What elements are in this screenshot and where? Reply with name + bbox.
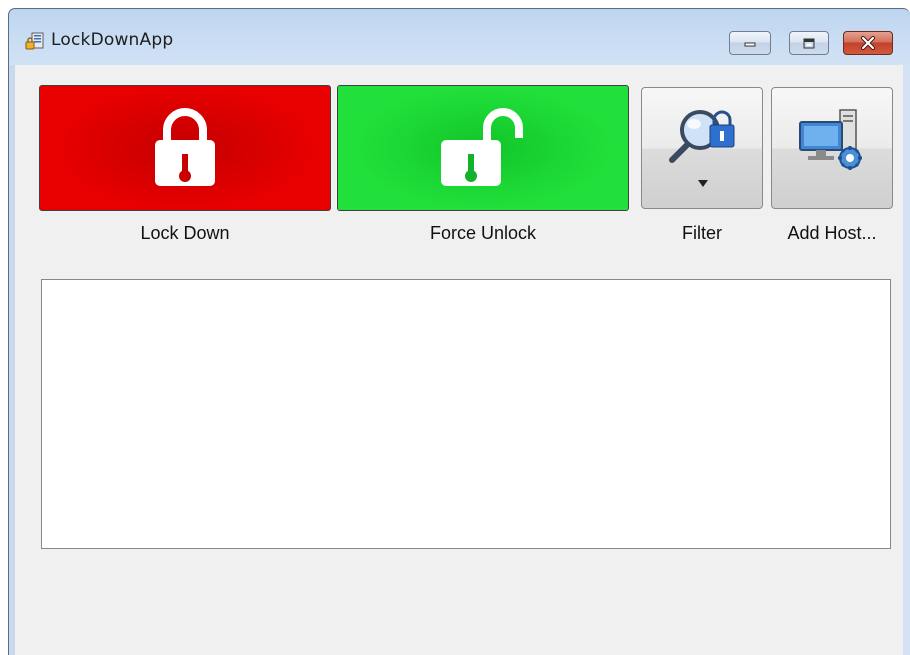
magnifier-lock-icon <box>669 110 735 163</box>
lock-down-button[interactable] <box>39 85 331 211</box>
maximize-button[interactable] <box>789 31 829 55</box>
add-host-label: Add Host... <box>787 223 877 243</box>
maximize-icon <box>803 38 815 48</box>
filter-label: Filter <box>682 223 722 243</box>
window-title: LockDownApp <box>51 30 174 50</box>
app-icon <box>25 32 44 50</box>
padlock-open-icon <box>441 108 523 186</box>
filter-button[interactable] <box>641 87 763 209</box>
minimize-icon <box>744 42 756 47</box>
client-area: Lock Down Force Unlock Filter Add Host..… <box>9 65 903 655</box>
add-host-button[interactable] <box>771 87 893 209</box>
close-button[interactable] <box>843 31 893 55</box>
force-unlock-button[interactable] <box>337 85 629 211</box>
close-icon <box>861 36 875 50</box>
app-window: LockDownApp Lock Down Force Unlock Filte… <box>8 8 910 655</box>
title-bar[interactable]: LockDownApp <box>9 9 910 65</box>
host-list[interactable] <box>41 279 891 549</box>
dropdown-arrow-icon <box>698 180 708 187</box>
computer-gear-icon <box>799 109 862 170</box>
padlock-closed-icon <box>155 108 215 186</box>
lock-down-label: Lock Down <box>140 223 230 243</box>
force-unlock-label: Force Unlock <box>429 223 537 243</box>
minimize-button[interactable] <box>729 31 771 55</box>
